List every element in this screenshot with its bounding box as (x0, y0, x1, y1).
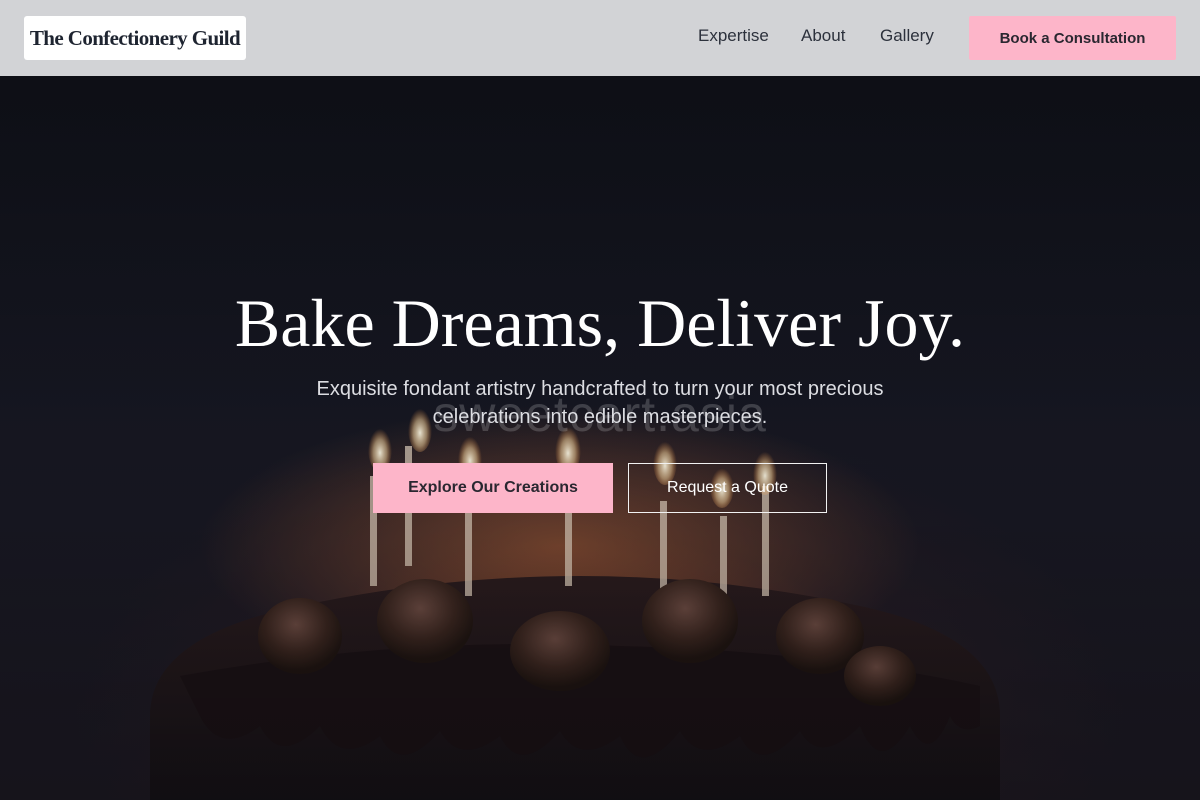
explore-creations-button[interactable]: Explore Our Creations (373, 463, 613, 513)
hero-subtitle: Exquisite fondant artistry handcrafted t… (316, 378, 884, 428)
nav-link-gallery[interactable]: Gallery (880, 26, 934, 46)
site-header: The Confectionery Guild Expertise About … (0, 0, 1200, 76)
hero-title: Bake Dreams, Deliver Joy. (234, 285, 966, 361)
site-logo[interactable]: The Confectionery Guild (24, 16, 246, 60)
nav-link-about[interactable]: About (801, 26, 845, 46)
hero-section: sweetcart.asia Bake Dreams, Deliver Joy.… (0, 76, 1200, 800)
book-consultation-button[interactable]: Book a Consultation (969, 16, 1176, 60)
nav-link-expertise[interactable]: Expertise (698, 26, 769, 46)
request-quote-button[interactable]: Request a Quote (628, 463, 827, 513)
